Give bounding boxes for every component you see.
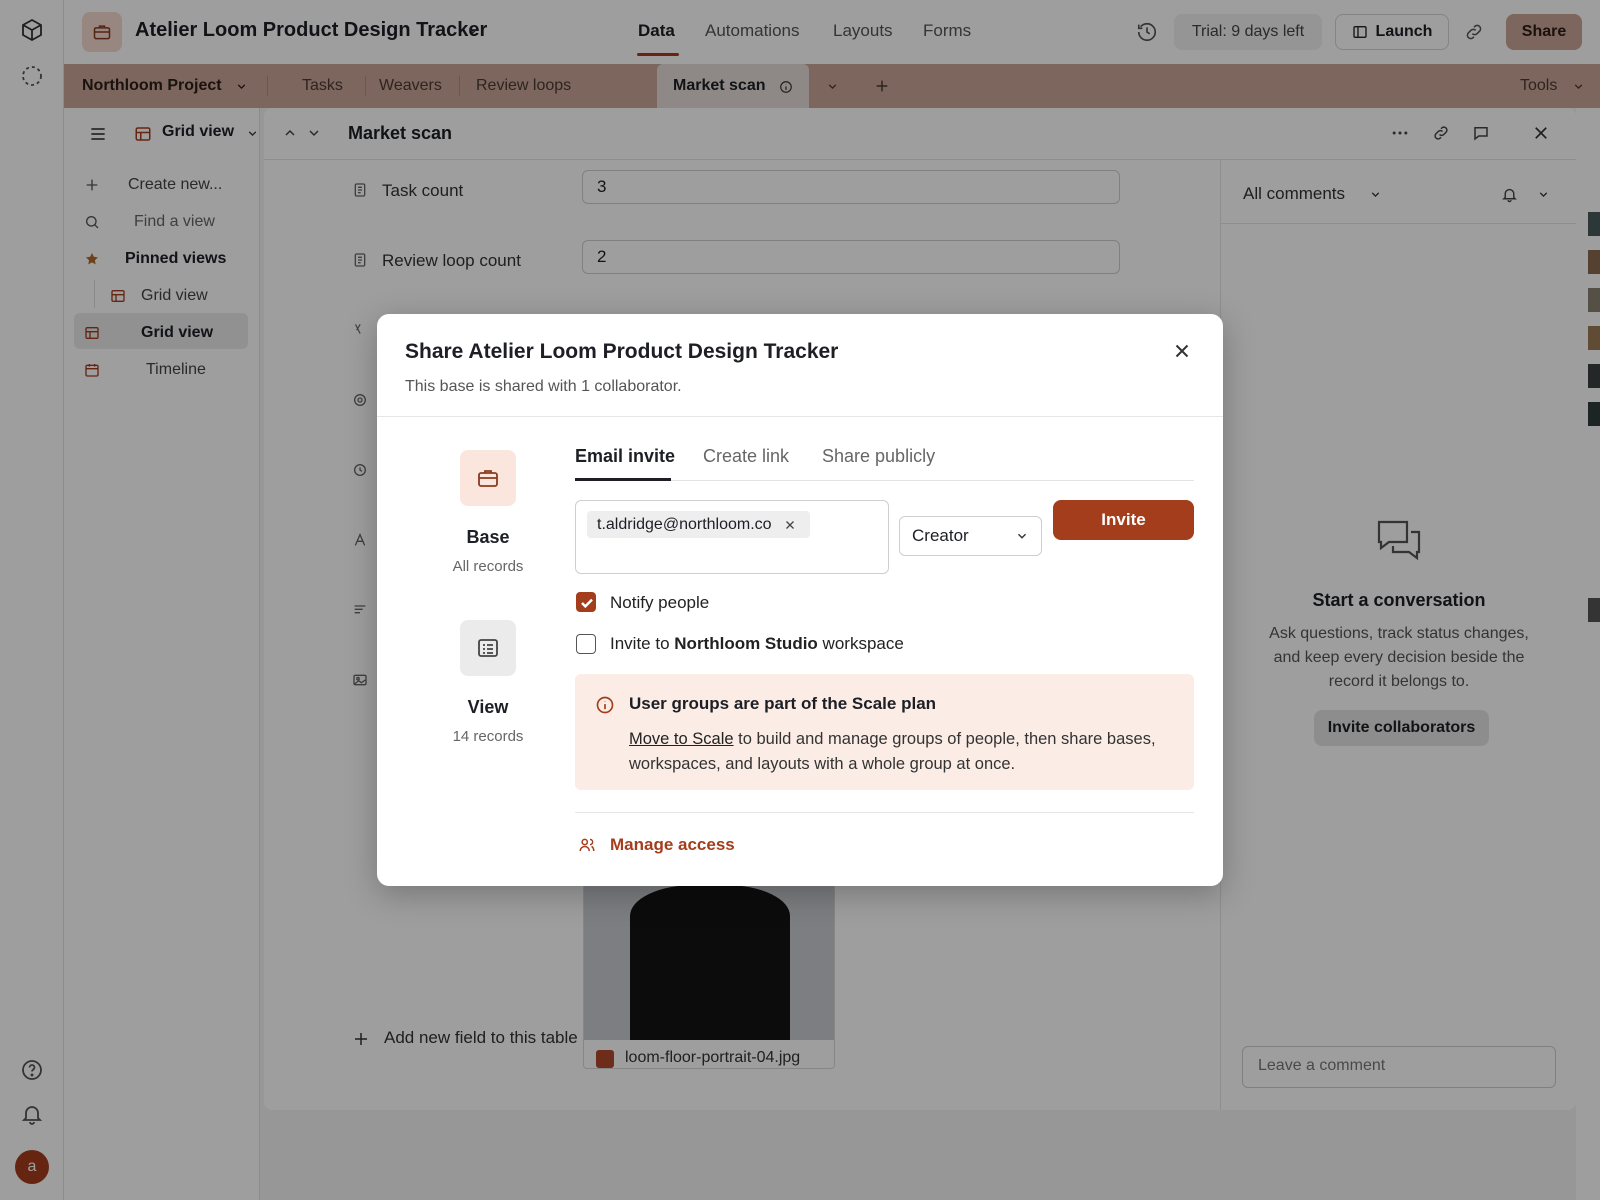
tab-create-link[interactable]: Create link <box>703 446 789 467</box>
scope-sub-base: All records <box>452 558 524 575</box>
role-select[interactable]: Creator <box>899 516 1042 556</box>
remove-chip-icon[interactable] <box>784 519 796 531</box>
close-icon[interactable] <box>1171 340 1193 362</box>
workspace-label: Invite to Northloom Studio workspace <box>610 634 904 654</box>
list-icon <box>478 639 498 657</box>
modal-divider <box>377 416 1223 417</box>
scope-sub-view: 14 records <box>452 728 524 745</box>
check-icon <box>581 598 593 609</box>
tab-active-indicator <box>575 478 671 481</box>
workspace-prefix: Invite to <box>610 634 670 653</box>
workspace-checkbox[interactable] <box>576 634 596 654</box>
modal-subtitle: This base is shared with 1 collaborator. <box>405 378 682 395</box>
workspace-suffix: workspace <box>822 634 904 653</box>
role-select-value: Creator <box>912 526 969 545</box>
email-chip-label: t.aldridge@northloom.co <box>597 515 772 533</box>
email-input[interactable]: t.aldridge@northloom.co <box>575 500 889 574</box>
workspace-name: Northloom Studio <box>674 634 818 653</box>
scale-plan-notice: User groups are part of the Scale plan M… <box>575 674 1194 790</box>
tab-email-invite[interactable]: Email invite <box>575 446 675 467</box>
modal-title: Share Atelier Loom Product Design Tracke… <box>405 340 839 363</box>
users-icon <box>578 836 596 854</box>
chevron-down-icon <box>1018 533 1026 539</box>
notice-body: Move to Scale to build and manage groups… <box>629 727 1169 777</box>
email-chip: t.aldridge@northloom.co <box>587 511 810 538</box>
modal-divider <box>575 812 1194 813</box>
info-icon <box>595 695 615 715</box>
notify-label: Notify people <box>610 593 710 612</box>
scope-name-view: View <box>467 697 509 717</box>
manage-access-link[interactable]: Manage access <box>610 835 735 855</box>
notice-title: User groups are part of the Scale plan <box>629 694 937 713</box>
briefcase-icon <box>478 470 498 487</box>
share-modal: Share Atelier Loom Product Design Tracke… <box>377 314 1223 886</box>
notify-checkbox[interactable] <box>576 592 596 612</box>
scope-name-base: Base <box>466 527 510 547</box>
tab-share-publicly[interactable]: Share publicly <box>822 446 935 467</box>
base-scope-option[interactable] <box>460 450 516 506</box>
move-to-scale-link[interactable]: Move to Scale <box>629 730 734 748</box>
view-scope-option[interactable] <box>460 620 516 676</box>
invite-button[interactable]: Invite <box>1053 500 1194 540</box>
